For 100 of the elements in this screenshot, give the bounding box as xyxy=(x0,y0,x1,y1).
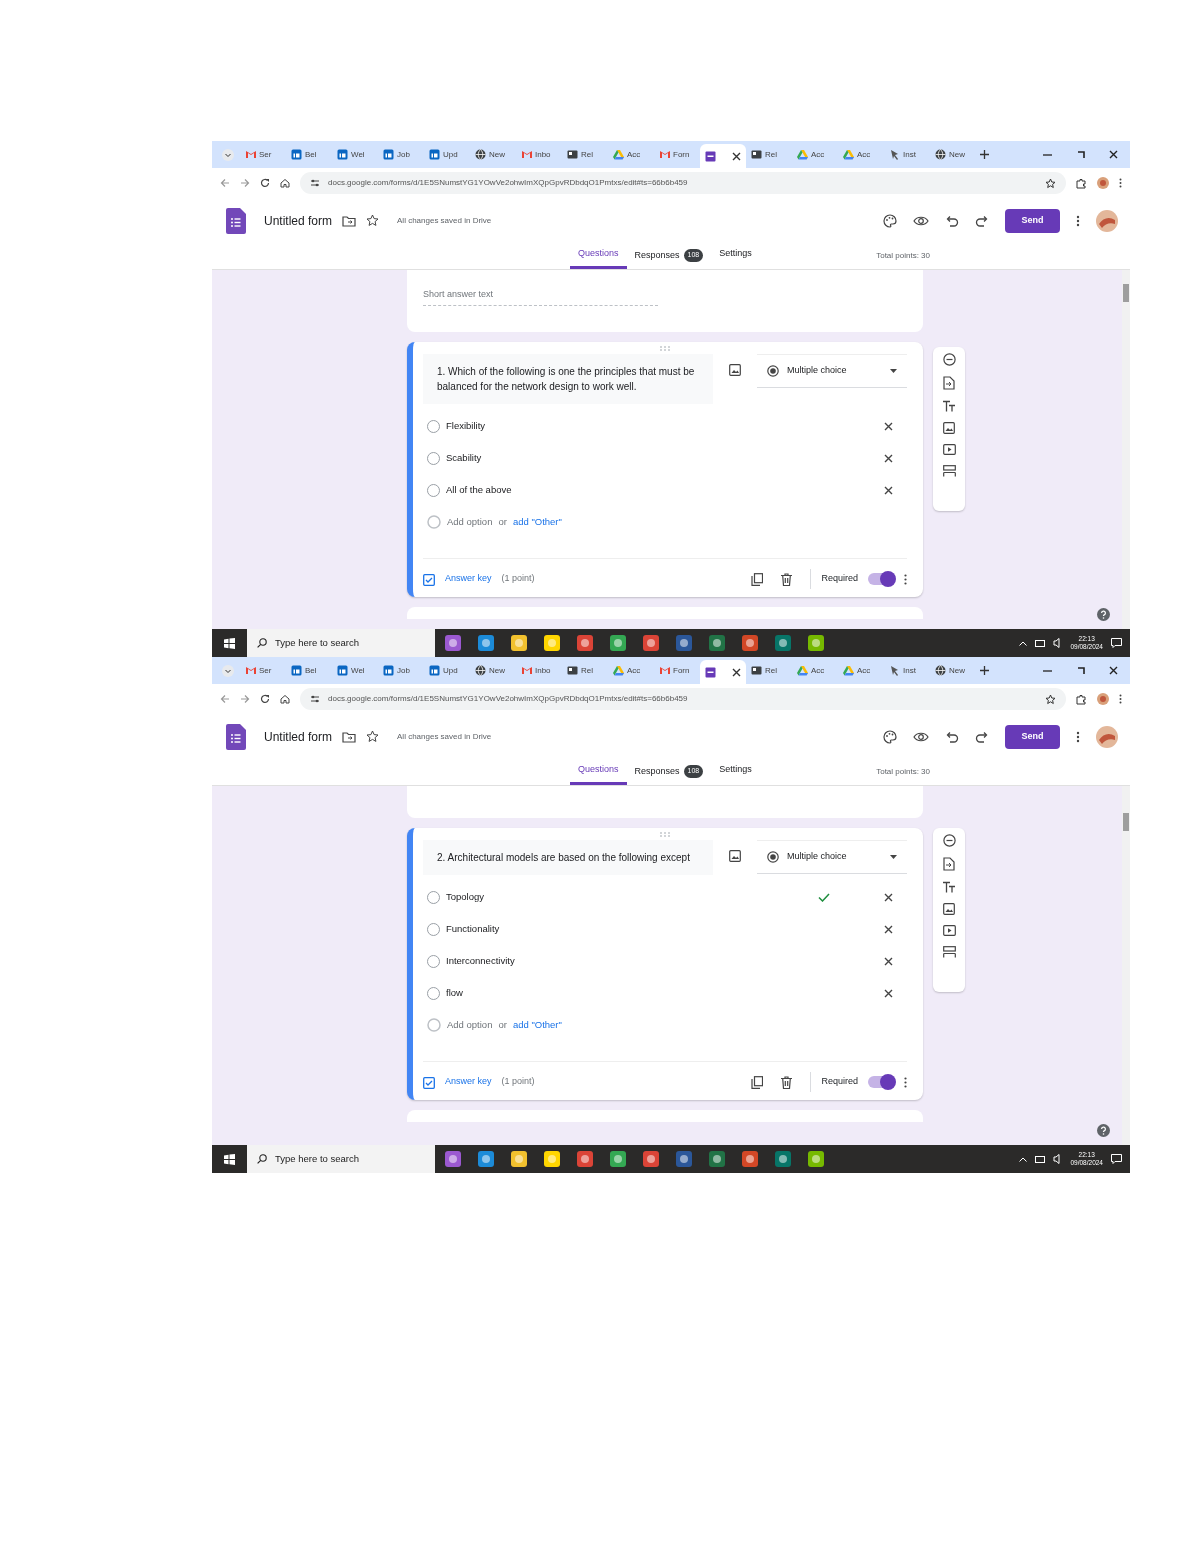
address-field[interactable]: docs.google.com/forms/d/1E5SNumstYG1YOwVe2ohwImXQpGpvRDbdqO1Pmtxs/edit#ts=66b6b459 xyxy=(300,172,1066,194)
taskbar-search-field[interactable]: Type here to search xyxy=(247,629,435,657)
add-circle-icon[interactable] xyxy=(942,834,956,847)
close-icon[interactable] xyxy=(1109,666,1118,675)
app-icon[interactable] xyxy=(674,1149,694,1169)
drag-handle-icon[interactable] xyxy=(660,346,670,351)
windows-icon[interactable] xyxy=(224,1153,235,1165)
browser-tab[interactable]: Acc xyxy=(792,143,838,166)
browser-tab[interactable] xyxy=(700,660,746,684)
browser-tab[interactable]: Acc xyxy=(838,659,884,682)
add-other-link[interactable]: add "Other" xyxy=(512,514,562,530)
app-icon[interactable] xyxy=(443,633,463,653)
more-icon[interactable] xyxy=(1119,694,1122,704)
browser-tab[interactable]: Job xyxy=(378,659,424,682)
taskbar-search-field[interactable]: Type here to search xyxy=(247,1145,435,1173)
home-icon[interactable] xyxy=(280,178,290,188)
browser-tab[interactable]: Acc xyxy=(838,143,884,166)
required-toggle[interactable] xyxy=(868,573,894,585)
app-icon[interactable] xyxy=(773,1149,793,1169)
restore-icon[interactable] xyxy=(1076,150,1085,159)
video-icon[interactable] xyxy=(942,925,956,936)
browser-tab[interactable]: Inst xyxy=(884,659,930,682)
option-label[interactable]: All of the above xyxy=(446,482,512,498)
star-icon[interactable] xyxy=(366,214,380,227)
redo-icon[interactable] xyxy=(975,730,989,743)
copy-icon[interactable] xyxy=(751,1075,764,1089)
nav-tab[interactable]: Settings xyxy=(711,761,760,785)
browser-tab[interactable]: New xyxy=(930,143,976,166)
option-label[interactable]: Interconnectivity xyxy=(446,953,515,969)
chevron-up-icon[interactable] xyxy=(1019,640,1028,646)
app-icon[interactable] xyxy=(740,1149,760,1169)
app-icon[interactable] xyxy=(443,1149,463,1169)
palette-icon[interactable] xyxy=(883,729,897,744)
battery-icon[interactable] xyxy=(1035,1155,1046,1163)
question-type-dropdown[interactable]: Multiple choice xyxy=(757,354,907,388)
remove-option-icon[interactable] xyxy=(884,988,893,998)
browser-tab[interactable]: Acc xyxy=(608,143,654,166)
browser-tab[interactable]: New xyxy=(470,143,516,166)
folder-move-icon[interactable] xyxy=(342,730,357,743)
avatar-icon[interactable] xyxy=(1097,177,1109,189)
app-icon[interactable] xyxy=(542,1149,562,1169)
browser-tab[interactable]: Inbo xyxy=(516,143,562,166)
browser-tab[interactable]: Rel xyxy=(746,659,792,682)
remove-option-icon[interactable] xyxy=(884,485,893,495)
send-button[interactable]: Send xyxy=(1005,208,1060,233)
avatar-icon[interactable] xyxy=(1097,693,1109,705)
app-icon[interactable] xyxy=(608,633,628,653)
section-icon[interactable] xyxy=(942,465,956,477)
remove-option-icon[interactable] xyxy=(884,892,893,902)
reload-icon[interactable] xyxy=(260,178,270,188)
title-icon[interactable] xyxy=(942,881,956,893)
star-icon[interactable] xyxy=(1045,177,1056,189)
app-icon[interactable] xyxy=(707,1149,727,1169)
more-icon[interactable] xyxy=(904,573,907,585)
option-label[interactable]: Functionality xyxy=(446,921,500,937)
browser-tab[interactable]: Rel xyxy=(746,143,792,166)
battery-icon[interactable] xyxy=(1035,639,1046,647)
puzzle-icon[interactable] xyxy=(1076,693,1087,705)
browser-tab[interactable]: Upd xyxy=(424,659,470,682)
trash-icon[interactable] xyxy=(781,1075,793,1089)
eye-icon[interactable] xyxy=(913,214,929,227)
option-label[interactable]: Flexibility xyxy=(446,418,486,434)
question-type-dropdown[interactable]: Multiple choice xyxy=(757,840,907,874)
form-title[interactable]: Untitled form xyxy=(264,211,333,230)
app-icon[interactable] xyxy=(476,1149,496,1169)
notification-icon[interactable] xyxy=(1111,1154,1122,1164)
section-icon[interactable] xyxy=(942,946,956,958)
remove-option-icon[interactable] xyxy=(884,421,893,431)
video-icon[interactable] xyxy=(942,444,956,455)
close-icon[interactable] xyxy=(732,151,741,161)
browser-tab[interactable]: Ser xyxy=(240,659,286,682)
browser-tab[interactable]: New xyxy=(470,659,516,682)
image-icon[interactable] xyxy=(943,903,955,915)
image-icon[interactable] xyxy=(729,364,741,376)
app-icon[interactable] xyxy=(575,1149,595,1169)
app-icon[interactable] xyxy=(641,1149,661,1169)
app-icon[interactable] xyxy=(476,633,496,653)
browser-tab[interactable]: Acc xyxy=(792,659,838,682)
question-title-field[interactable]: 1. Which of the following is one the principles that must be balanced for the network design to work well. xyxy=(423,354,713,404)
remove-option-icon[interactable] xyxy=(884,924,893,934)
browser-tab[interactable] xyxy=(700,144,746,168)
help-icon[interactable] xyxy=(1097,1124,1110,1137)
option-label[interactable]: Scability xyxy=(446,450,482,466)
browser-tab[interactable]: Forn xyxy=(654,659,700,682)
add-option-field[interactable]: Add option xyxy=(447,1017,493,1033)
browser-tab[interactable]: Rel xyxy=(562,659,608,682)
address-field[interactable]: docs.google.com/forms/d/1E5SNumstYG1YOwVe2ohwImXQpGpvRDbdqO1Pmtxs/edit#ts=66b6b459 xyxy=(300,688,1066,710)
option-label[interactable]: Topology xyxy=(446,889,485,905)
option-label[interactable]: flow xyxy=(446,985,463,1001)
speaker-icon[interactable] xyxy=(1053,638,1063,648)
answer-key-link[interactable]: Answer key xyxy=(445,1075,492,1089)
browser-tab[interactable]: Bel xyxy=(286,143,332,166)
help-icon[interactable] xyxy=(1097,608,1110,621)
browser-tab[interactable]: Acc xyxy=(608,659,654,682)
browser-tab[interactable]: Wel xyxy=(332,143,378,166)
undo-icon[interactable] xyxy=(945,214,959,227)
form-title[interactable]: Untitled form xyxy=(264,727,333,746)
browser-tab[interactable]: Inst xyxy=(884,143,930,166)
browser-tab[interactable]: Forn xyxy=(654,143,700,166)
title-icon[interactable] xyxy=(942,400,956,412)
